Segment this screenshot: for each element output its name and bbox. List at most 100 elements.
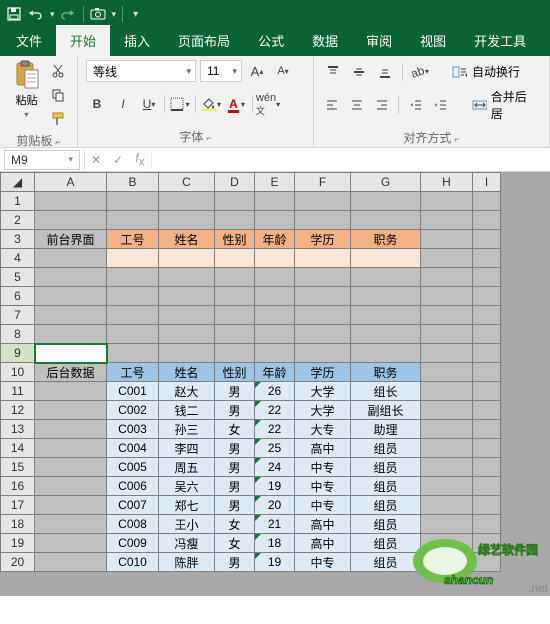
undo-icon[interactable] [26, 4, 46, 24]
col-header-E[interactable]: E [255, 173, 295, 192]
cell-B7[interactable] [107, 306, 159, 325]
cell-G16[interactable]: 组员 [351, 477, 421, 496]
cell-C10[interactable]: 姓名 [159, 363, 215, 382]
cell-I4[interactable] [473, 249, 501, 268]
cell-B3[interactable]: 工号 [107, 230, 159, 249]
cell-E13[interactable]: 22 [255, 420, 295, 439]
camera-dropdown-icon[interactable]: ▾ [112, 9, 117, 20]
underline-button[interactable]: U ▾ [138, 93, 160, 115]
cell-D9[interactable] [215, 344, 255, 363]
col-header-G[interactable]: G [351, 173, 421, 192]
cell-I12[interactable] [473, 401, 501, 420]
cell-H17[interactable] [421, 496, 473, 515]
cell-I16[interactable] [473, 477, 501, 496]
cancel-icon[interactable]: ✕ [85, 153, 107, 167]
italic-button[interactable]: I [112, 93, 134, 115]
cell-G17[interactable]: 组员 [351, 496, 421, 515]
cell-D12[interactable]: 男 [215, 401, 255, 420]
cell-C11[interactable]: 赵大 [159, 382, 215, 401]
row-header-6[interactable]: 6 [1, 287, 35, 306]
cell-D8[interactable] [215, 325, 255, 344]
phonetic-icon[interactable]: wén文▾ [257, 93, 279, 115]
cell-D15[interactable]: 男 [215, 458, 255, 477]
tab-review[interactable]: 审阅 [352, 25, 406, 56]
row-header-7[interactable]: 7 [1, 306, 35, 325]
cell-B19[interactable]: C009 [107, 534, 159, 553]
cell-D5[interactable] [215, 268, 255, 287]
cell-G1[interactable] [351, 192, 421, 211]
cell-G18[interactable]: 组员 [351, 515, 421, 534]
tab-layout[interactable]: 页面布局 [164, 25, 244, 56]
cell-C15[interactable]: 周五 [159, 458, 215, 477]
cell-H18[interactable] [421, 515, 473, 534]
spreadsheet-grid[interactable]: ◢ABCDEFGHI123前台界面工号姓名性别年龄学历职务45678910后台数… [0, 172, 550, 596]
cell-B13[interactable]: C003 [107, 420, 159, 439]
font-size-select[interactable]: 11 [200, 60, 242, 82]
cell-C20[interactable]: 陈胖 [159, 553, 215, 572]
name-box[interactable]: M9▾ [4, 150, 80, 170]
cell-F14[interactable]: 高中 [295, 439, 351, 458]
cell-I10[interactable] [473, 363, 501, 382]
fx-icon[interactable]: fx [129, 151, 151, 168]
wrap-text-button[interactable]: 自动换行 [447, 60, 525, 83]
cell-F7[interactable] [295, 306, 351, 325]
cell-E20[interactable]: 19 [255, 553, 295, 572]
row-header-16[interactable]: 16 [1, 477, 35, 496]
row-header-3[interactable]: 3 [1, 230, 35, 249]
redo-icon[interactable] [57, 4, 77, 24]
cell-H14[interactable] [421, 439, 473, 458]
tab-insert[interactable]: 插入 [110, 25, 164, 56]
cell-I5[interactable] [473, 268, 501, 287]
cell-E17[interactable]: 20 [255, 496, 295, 515]
undo-dropdown-icon[interactable]: ▾ [50, 9, 55, 20]
tab-formulas[interactable]: 公式 [244, 25, 298, 56]
cell-C8[interactable] [159, 325, 215, 344]
cell-A16[interactable] [35, 477, 107, 496]
cell-H3[interactable] [421, 230, 473, 249]
cell-H9[interactable] [421, 344, 473, 363]
row-header-19[interactable]: 19 [1, 534, 35, 553]
cell-F4[interactable] [295, 249, 351, 268]
cell-C19[interactable]: 冯瘦 [159, 534, 215, 553]
cell-D16[interactable]: 男 [215, 477, 255, 496]
cell-I3[interactable] [473, 230, 501, 249]
bold-button[interactable]: B [86, 93, 108, 115]
cell-G12[interactable]: 副组长 [351, 401, 421, 420]
cell-F20[interactable]: 中专 [295, 553, 351, 572]
merge-center-button[interactable]: 合并后居 [467, 85, 541, 125]
cell-I9[interactable] [473, 344, 501, 363]
cell-G10[interactable]: 职务 [351, 363, 421, 382]
cell-D7[interactable] [215, 306, 255, 325]
cell-C5[interactable] [159, 268, 215, 287]
cell-I7[interactable] [473, 306, 501, 325]
cell-B2[interactable] [107, 211, 159, 230]
font-name-select[interactable]: 等线 [86, 60, 196, 82]
cell-E2[interactable] [255, 211, 295, 230]
cell-F8[interactable] [295, 325, 351, 344]
cell-F6[interactable] [295, 287, 351, 306]
cell-I8[interactable] [473, 325, 501, 344]
cell-E15[interactable]: 24 [255, 458, 295, 477]
row-header-5[interactable]: 5 [1, 268, 35, 287]
col-header-F[interactable]: F [295, 173, 351, 192]
row-header-4[interactable]: 4 [1, 249, 35, 268]
cell-G19[interactable]: 组员 [351, 534, 421, 553]
cell-F15[interactable]: 中专 [295, 458, 351, 477]
cell-B15[interactable]: C005 [107, 458, 159, 477]
align-left-icon[interactable] [322, 94, 343, 116]
cell-B16[interactable]: C006 [107, 477, 159, 496]
cell-G4[interactable] [351, 249, 421, 268]
cell-F9[interactable] [295, 344, 351, 363]
cell-H15[interactable] [421, 458, 473, 477]
cell-D18[interactable]: 女 [215, 515, 255, 534]
cell-A2[interactable] [35, 211, 107, 230]
cell-H16[interactable] [421, 477, 473, 496]
format-painter-icon[interactable] [47, 108, 69, 130]
orientation-icon[interactable]: ab▾ [409, 61, 431, 83]
decrease-font-icon[interactable]: A▾ [272, 60, 294, 82]
row-header-17[interactable]: 17 [1, 496, 35, 515]
cell-H1[interactable] [421, 192, 473, 211]
cell-B14[interactable]: C004 [107, 439, 159, 458]
cell-G2[interactable] [351, 211, 421, 230]
cell-C7[interactable] [159, 306, 215, 325]
